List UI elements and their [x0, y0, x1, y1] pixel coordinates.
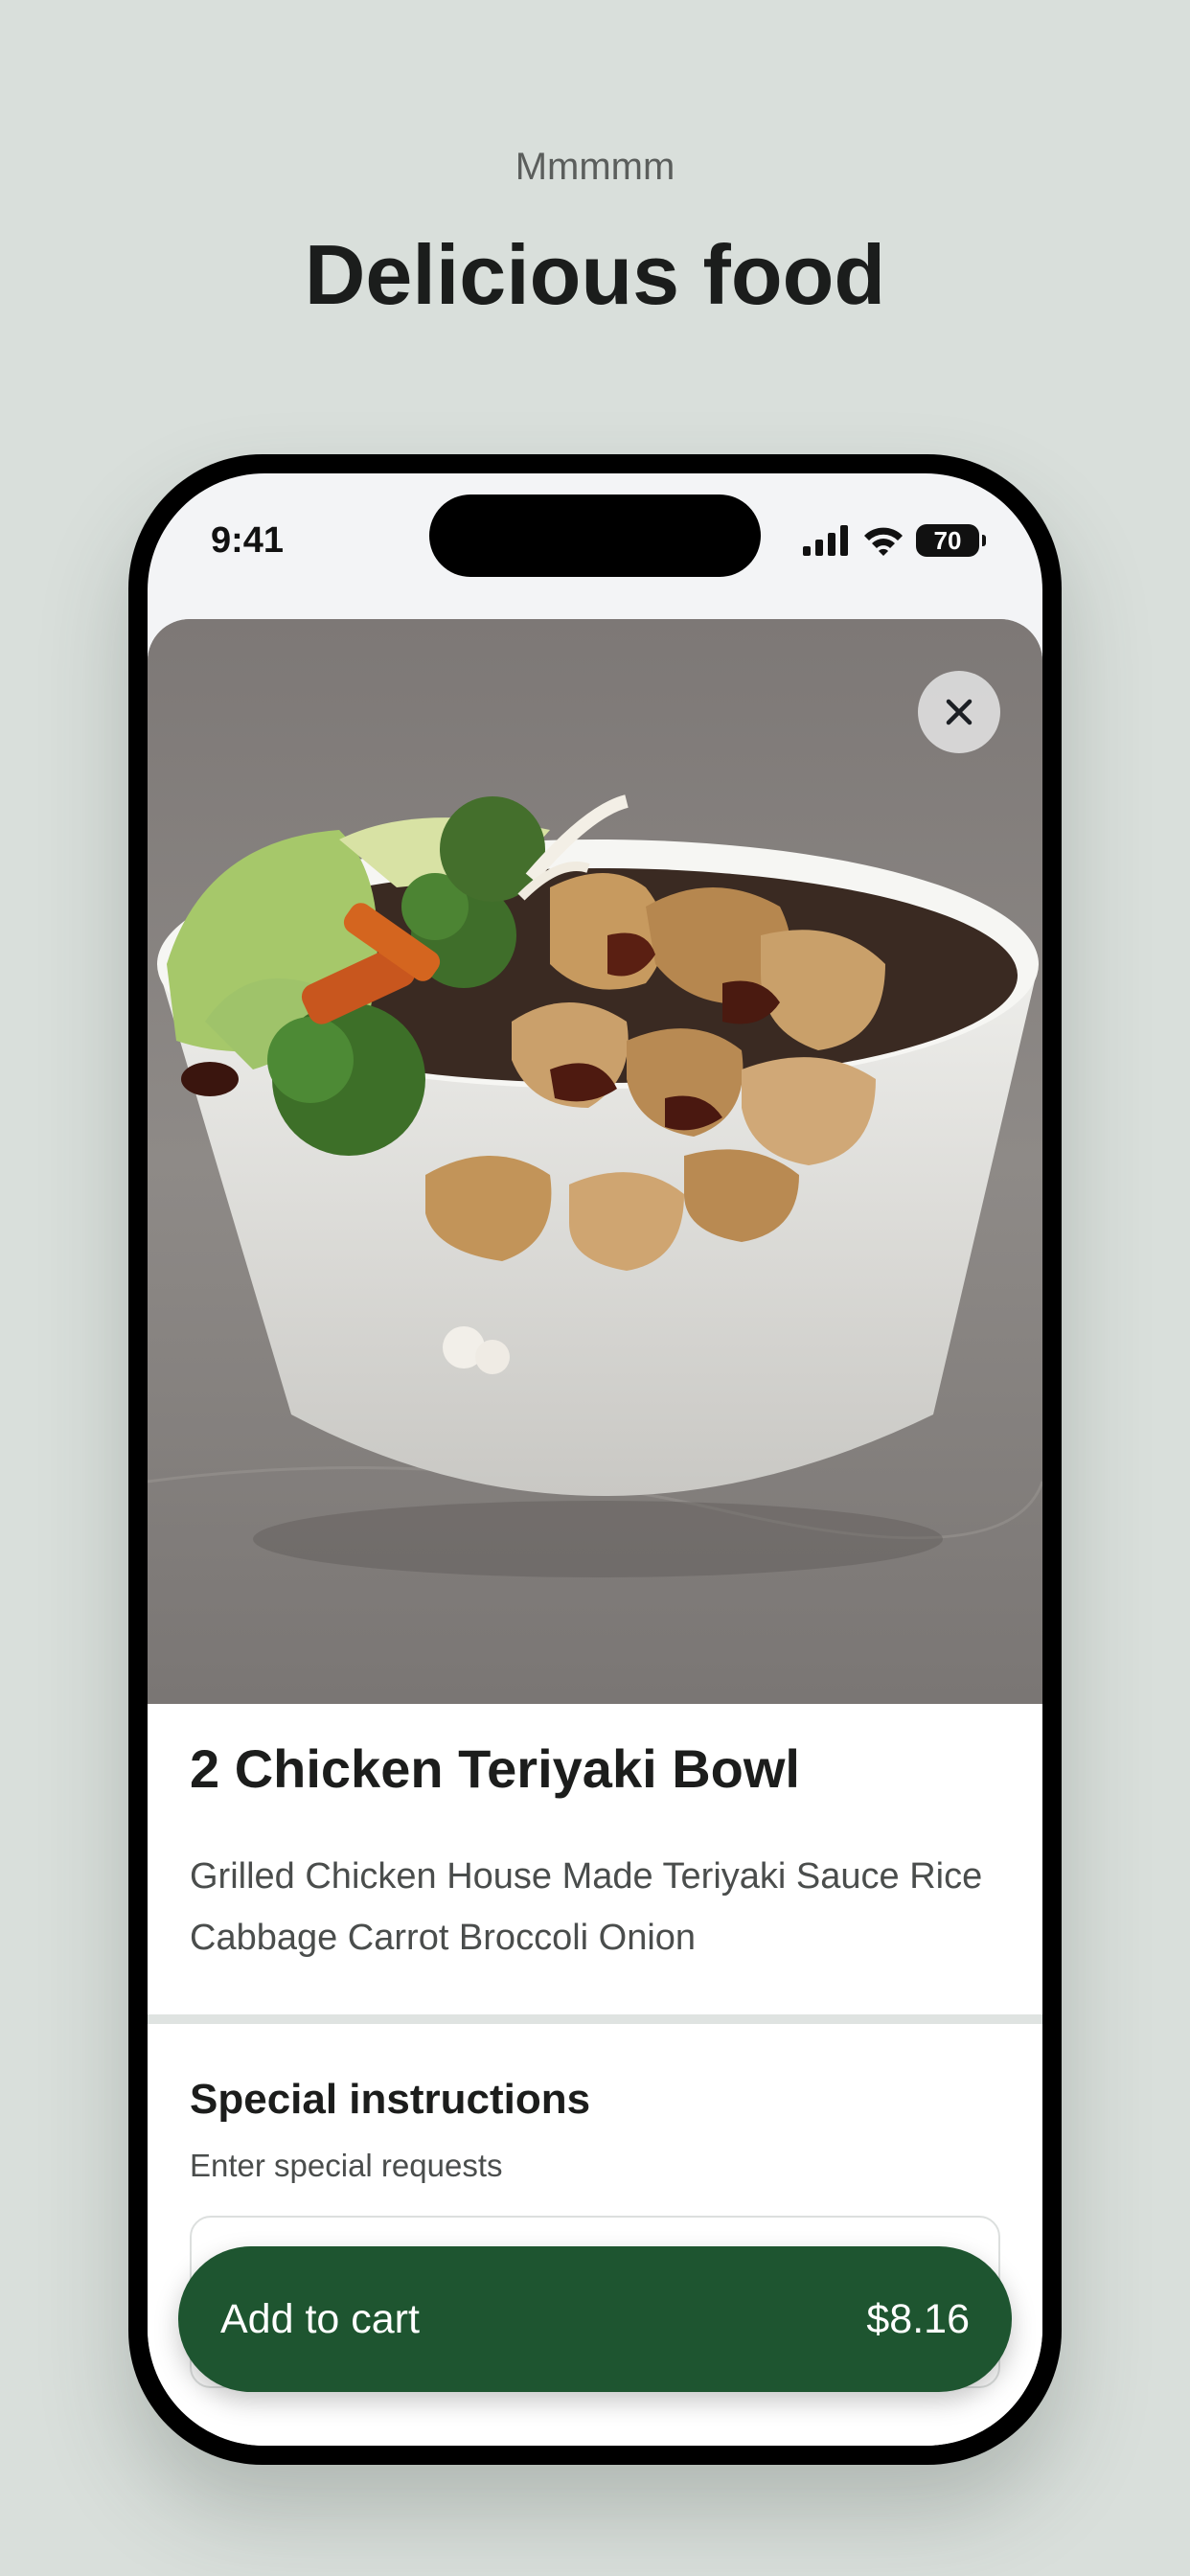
item-title: 2 Chicken Teriyaki Bowl: [190, 1738, 800, 1799]
food-image: [148, 619, 1042, 1704]
product-sheet: 2 Chicken Teriyaki Bowl Grilled Chicken …: [148, 619, 1042, 2446]
close-button[interactable]: [918, 671, 1000, 753]
dynamic-island: [429, 494, 761, 577]
item-description: Grilled Chicken House Made Teriyaki Sauc…: [190, 1856, 983, 1958]
close-icon: [946, 699, 973, 725]
wifi-icon: [864, 527, 903, 556]
section-divider: [148, 2014, 1042, 2024]
add-to-cart-label: Add to cart: [220, 2295, 420, 2342]
phone-screen: 9:41 70 2 Chicken Teriyaki Bowl Grilled …: [148, 473, 1042, 2446]
headline: Delicious food: [304, 227, 886, 322]
special-instructions-title: Special instructions: [190, 2076, 591, 2123]
status-time: 9:41: [211, 520, 285, 561]
tagline: Mmmmm: [515, 146, 675, 188]
battery-icon: 70: [916, 524, 986, 557]
status-icons: 70: [803, 521, 986, 560]
cart-price: $8.16: [866, 2295, 970, 2342]
cellular-signal-icon: [803, 525, 848, 556]
add-to-cart-button[interactable]: Add to cart $8.16: [178, 2246, 1012, 2392]
battery-level: 70: [933, 526, 962, 555]
special-instructions-hint: Enter special requests: [190, 2148, 503, 2183]
phone-frame: 9:41 70 2 Chicken Teriyaki Bowl Grilled …: [128, 454, 1062, 2465]
